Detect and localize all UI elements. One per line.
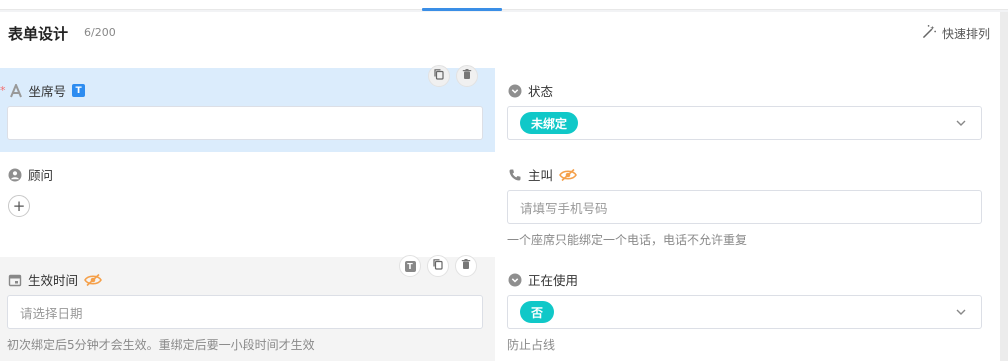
input-placeholder: 请选择日期 [20, 305, 83, 321]
text-field-icon [9, 83, 23, 98]
effective-time-hint: 初次绑定后5分钟才会生效。重绑定后要一小段时间才生效 [7, 338, 315, 352]
quick-sort-label: 快速排列 [941, 26, 990, 41]
field-label: 坐席号 [28, 84, 67, 99]
user-circle-icon [8, 168, 22, 182]
dropdown-circle-icon [508, 84, 522, 98]
chevron-down-icon [955, 117, 967, 129]
effective-date-input[interactable]: 请选择日期 [7, 295, 483, 329]
hidden-eye-icon [559, 168, 577, 182]
main-call-input[interactable]: 请填写手机号码 [507, 190, 982, 224]
text-type-badge: T [72, 84, 86, 97]
required-mark: * [0, 84, 6, 97]
field-count: 6/200 [84, 26, 116, 39]
in-use-tag: 否 [520, 301, 555, 323]
field-advisor-label-row: 顾问 [8, 165, 53, 184]
status-select[interactable]: 未绑定 [507, 106, 982, 140]
page-title: 表单设计 [8, 25, 69, 43]
status-tag: 未绑定 [520, 112, 579, 134]
magic-wand-icon [922, 24, 937, 42]
trash-icon [460, 258, 472, 274]
chevron-down-icon [955, 306, 967, 318]
text-type-toggle-button[interactable]: T [399, 255, 421, 277]
dropdown-circle-icon [508, 273, 522, 287]
field-label: 顾问 [28, 168, 54, 183]
top-tab-bar [0, 0, 1008, 11]
input-placeholder: 请填写手机号码 [520, 200, 608, 216]
field-main-call-label-row: 主叫 [508, 165, 577, 184]
main-call-hint: 一个座席只能绑定一个电话，电话不允许重复 [507, 233, 748, 247]
delete-field-button[interactable] [455, 255, 477, 277]
phone-icon [508, 168, 522, 182]
field-in-use-label-row: 正在使用 [508, 270, 578, 289]
trash-icon [461, 68, 473, 84]
quick-sort-button[interactable]: 快速排列 [922, 24, 990, 42]
field-label: 生效时间 [28, 273, 79, 288]
field-seat-no[interactable]: * 坐席号 T [0, 65, 495, 152]
delete-field-button[interactable] [456, 65, 478, 87]
add-advisor-button[interactable]: + [8, 195, 30, 217]
field-label: 状态 [528, 84, 554, 99]
in-use-select[interactable]: 否 [507, 295, 982, 329]
copy-icon [433, 68, 445, 84]
copy-field-button[interactable] [427, 255, 449, 277]
copy-field-button[interactable] [428, 65, 450, 87]
copy-icon [432, 258, 444, 274]
text-type-badge: T [404, 260, 416, 272]
scroll-gutter [1000, 12, 1008, 361]
field-label: 正在使用 [528, 273, 579, 288]
field-status-label-row: 状态 [508, 81, 553, 100]
field-label: 主叫 [528, 168, 554, 183]
active-tab-indicator [422, 8, 502, 11]
field-effective-time[interactable]: 生效时间 T 请选择日期 初次绑定后5分钟才会生效。重绑定后要一小段时间才生效 [0, 255, 495, 361]
seat-no-input[interactable] [7, 106, 483, 140]
calendar-icon [8, 273, 22, 287]
in-use-hint: 防止占线 [507, 338, 556, 352]
hidden-eye-icon [84, 273, 102, 287]
